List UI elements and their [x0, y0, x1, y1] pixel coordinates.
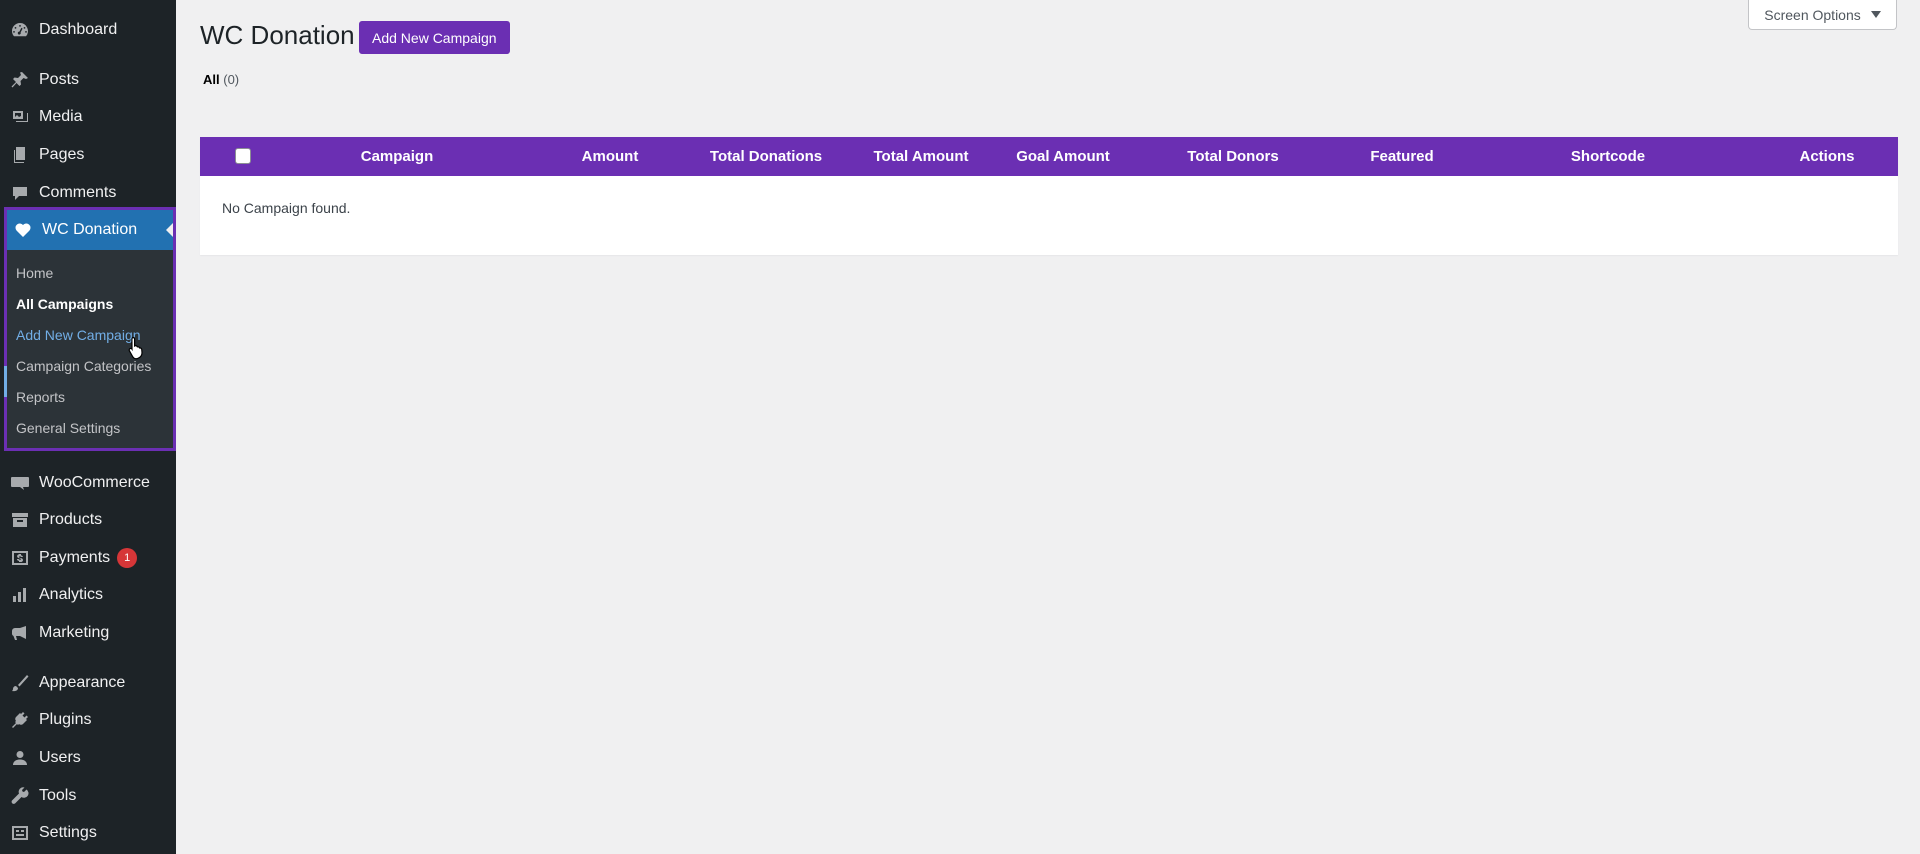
heart-icon [12, 219, 34, 241]
submenu-item-all-campaigns[interactable]: All Campaigns [16, 296, 113, 312]
menu-label: Appearance [39, 674, 126, 691]
menu-item-users[interactable]: Users [0, 740, 176, 776]
pages-icon [9, 144, 31, 166]
menu-label: Media [39, 108, 83, 125]
column-header-goal-amount[interactable]: Goal Amount [1016, 137, 1110, 176]
hand-pointer-cursor-icon [128, 336, 143, 360]
menu-label: Comments [39, 184, 117, 201]
submenu-item-home[interactable]: Home [16, 265, 53, 281]
menu-label: WooCommerce [39, 474, 150, 491]
menu-label: Analytics [39, 586, 104, 603]
menu-label: Pages [39, 146, 85, 163]
status-filter: All (0) [203, 72, 239, 87]
caret-down-icon [1870, 11, 1881, 18]
archive-icon [9, 509, 31, 531]
menu-item-appearance[interactable]: Appearance [0, 665, 176, 701]
user-icon [9, 747, 31, 769]
column-header-amount[interactable]: Amount [582, 137, 639, 176]
submenu-item-campaign-categories[interactable]: Campaign Categories [16, 358, 151, 374]
filter-all-count: (0) [223, 72, 240, 87]
column-header-featured[interactable]: Featured [1370, 137, 1433, 176]
notification-badge: 1 [117, 548, 138, 568]
menu-item-woocommerce[interactable]: WooCommerce [0, 465, 176, 501]
column-header-total-amount[interactable]: Total Amount [874, 137, 969, 176]
menu-label: Posts [39, 71, 80, 88]
screen-options-button[interactable]: Screen Options [1748, 0, 1897, 30]
menu-item-wc-donation[interactable]: WC Donation [7, 210, 173, 250]
plug-icon [9, 709, 31, 731]
bar-chart-icon [9, 584, 31, 606]
menu-label: Payments [39, 549, 111, 566]
settings-icon [9, 822, 31, 844]
submenu-item-general-settings[interactable]: General Settings [16, 420, 120, 436]
menu-item-pages[interactable]: Pages [0, 137, 176, 173]
woo-icon [9, 472, 31, 494]
menu-label: Settings [39, 824, 97, 841]
wc-donation-menu-group: WC Donation Home All Campaigns Add New C… [4, 207, 176, 451]
current-menu-arrow [166, 223, 173, 237]
menu-label: WC Donation [42, 221, 138, 238]
paintbrush-icon [9, 672, 31, 694]
pushpin-icon [9, 69, 31, 91]
media-icon [9, 106, 31, 128]
comment-icon [9, 182, 31, 204]
wrench-icon [9, 785, 31, 807]
wc-donation-submenu: Home All Campaigns Add New Campaign Camp… [4, 250, 173, 448]
campaigns-table: Campaign Amount Total Donations Total Am… [200, 137, 1898, 255]
menu-label: Products [39, 511, 103, 528]
menu-item-products[interactable]: Products [0, 502, 176, 538]
menu-item-posts[interactable]: Posts [0, 62, 176, 98]
submenu-item-reports[interactable]: Reports [16, 389, 65, 405]
filter-all-link[interactable]: All [203, 72, 220, 87]
menu-item-payments[interactable]: Payments 1 [0, 540, 176, 576]
menu-item-tools[interactable]: Tools [0, 778, 176, 814]
hover-indicator [4, 366, 7, 397]
menu-label: Users [39, 749, 81, 766]
menu-item-marketing[interactable]: Marketing [0, 615, 176, 651]
page-title: WC Donation [200, 20, 355, 50]
menu-item-analytics[interactable]: Analytics [0, 577, 176, 613]
add-new-campaign-button[interactable]: Add New Campaign [359, 21, 510, 54]
column-header-total-donors[interactable]: Total Donors [1187, 137, 1278, 176]
menu-label: Tools [39, 787, 77, 804]
menu-item-media[interactable]: Media [0, 99, 176, 135]
menu-item-plugins[interactable]: Plugins [0, 702, 176, 738]
menu-item-settings[interactable]: Settings [0, 815, 176, 851]
menu-label: Plugins [39, 711, 92, 728]
column-header-campaign[interactable]: Campaign [361, 137, 434, 176]
column-header-actions[interactable]: Actions [1799, 137, 1854, 176]
empty-table-message: No Campaign found. [222, 200, 351, 216]
menu-item-dashboard[interactable]: Dashboard [0, 12, 176, 48]
submenu-item-add-new-campaign[interactable]: Add New Campaign [16, 327, 141, 343]
menu-label: Marketing [39, 624, 110, 641]
table-header: Campaign Amount Total Donations Total Am… [200, 137, 1898, 176]
dashboard-icon [9, 19, 31, 41]
column-header-total-donations[interactable]: Total Donations [710, 137, 822, 176]
menu-item-comments[interactable]: Comments [0, 175, 176, 211]
column-header-shortcode[interactable]: Shortcode [1571, 137, 1645, 176]
payments-icon [9, 547, 31, 569]
select-all-checkbox[interactable] [235, 148, 251, 164]
admin-sidebar: Dashboard Posts Media Pages Comments WC … [0, 0, 176, 854]
menu-label: Dashboard [39, 21, 118, 38]
megaphone-icon [9, 622, 31, 644]
screen-options-label: Screen Options [1764, 6, 1861, 23]
